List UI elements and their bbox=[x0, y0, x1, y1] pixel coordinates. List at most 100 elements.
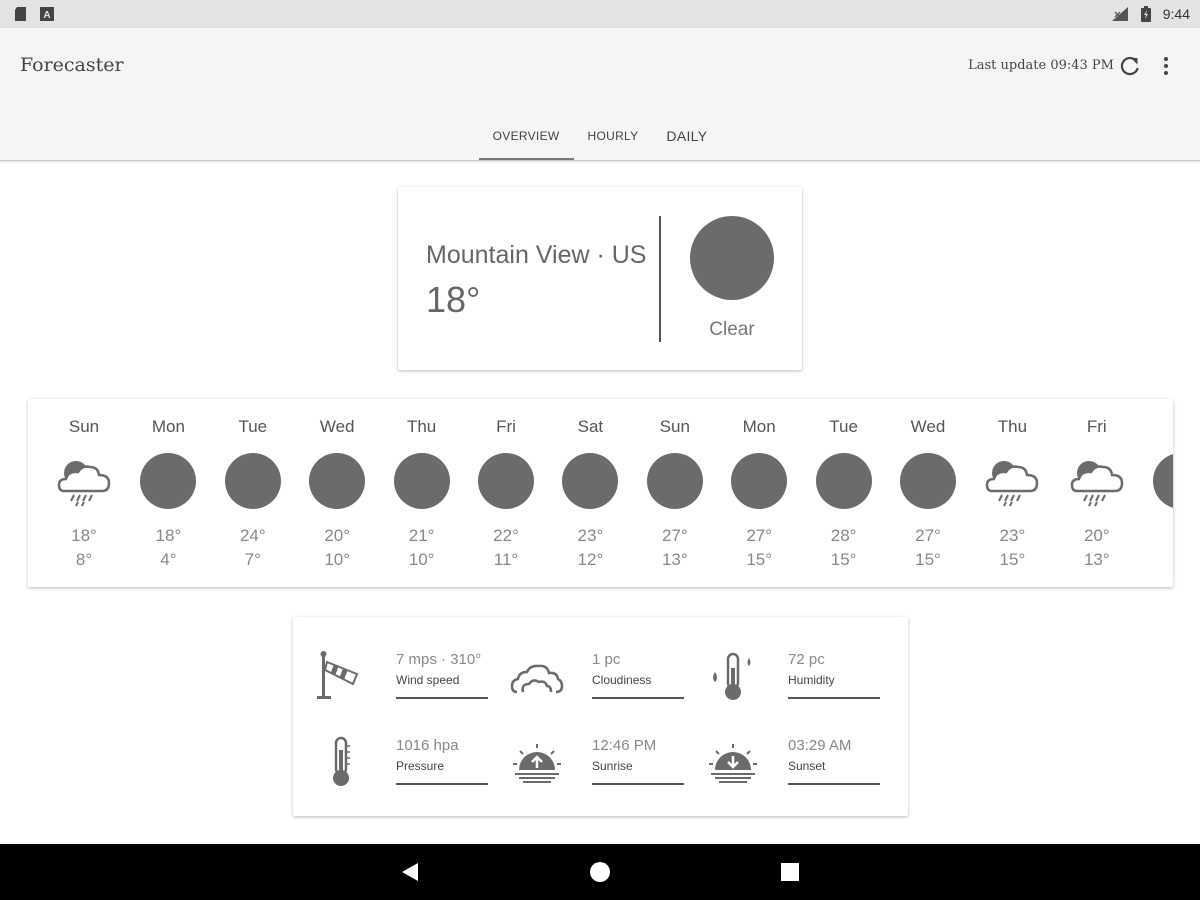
day-low-temp: 13° bbox=[1083, 550, 1110, 569]
status-bar: A 9:44 bbox=[0, 0, 1200, 28]
clear-sun-icon bbox=[815, 453, 872, 509]
humidity-thermometer-icon bbox=[705, 648, 761, 704]
day-low-temp: 11° bbox=[493, 550, 519, 569]
day-name: Mon bbox=[151, 417, 185, 436]
detail-underline bbox=[788, 697, 880, 699]
sd-card-icon bbox=[15, 7, 26, 21]
font-app-icon: A bbox=[40, 7, 54, 21]
detail-value: 1 pc bbox=[592, 651, 621, 668]
day-forecast-item[interactable]: Sun 18° 8° bbox=[49, 399, 119, 587]
detail-label: Sunset bbox=[788, 759, 826, 773]
day-high-temp: 27° bbox=[746, 526, 773, 545]
day-low-temp: 13° bbox=[661, 550, 688, 569]
back-icon[interactable] bbox=[398, 860, 422, 884]
day-forecast-item[interactable]: Mon 27° 15° bbox=[724, 399, 794, 587]
recents-icon[interactable] bbox=[778, 860, 802, 884]
tab-daily[interactable]: DAILY bbox=[652, 112, 721, 160]
day-name: Wed bbox=[319, 417, 355, 436]
tab-hourly[interactable]: HOURLY bbox=[574, 112, 653, 160]
day-low-temp: 15° bbox=[999, 550, 1026, 569]
clear-sun-icon bbox=[393, 453, 450, 509]
detail-label: Wind speed bbox=[396, 673, 460, 687]
clear-sun-icon bbox=[478, 453, 534, 509]
home-icon[interactable] bbox=[588, 860, 612, 884]
day-name: Sat bbox=[577, 417, 604, 436]
day-forecast-item[interactable]: Sat 23° 12° bbox=[555, 399, 625, 587]
day-high-temp: 18° bbox=[71, 526, 97, 545]
daily-forecast-strip[interactable]: Sun 18° 8° Mon 18° 4° Tue 24° 7° Wed 20° 10° Thu 21° 1… bbox=[28, 399, 1173, 587]
svg-text:A: A bbox=[43, 10, 50, 21]
detail-value: 7 mps · 310° bbox=[396, 651, 482, 668]
sunrise-icon bbox=[509, 734, 565, 790]
day-high-temp: 27° bbox=[661, 526, 688, 545]
detail-label: Cloudiness bbox=[592, 673, 652, 687]
tab-bar: OVERVIEW HOURLY DAILY bbox=[0, 112, 1200, 160]
day-forecast-item[interactable]: Fri 22° 11° bbox=[471, 399, 541, 587]
detail-label: Humidity bbox=[788, 673, 835, 687]
day-forecast-item[interactable]: Tue 28° 15° bbox=[809, 399, 879, 587]
status-left-icons: A bbox=[14, 6, 54, 22]
status-right: 9:44 bbox=[1111, 6, 1190, 22]
day-high-temp: 20° bbox=[324, 526, 351, 545]
location-name: Mountain View · US bbox=[426, 241, 647, 269]
thermometer-icon bbox=[313, 734, 369, 790]
day-high-temp: 22° bbox=[493, 526, 519, 545]
rain-cloud-icon bbox=[1069, 453, 1125, 509]
day-name: Sun bbox=[659, 417, 690, 436]
windsock-icon bbox=[313, 648, 369, 704]
day-forecast-item[interactable]: Mon 18° 4° bbox=[133, 399, 203, 587]
clear-sun-icon bbox=[900, 453, 956, 509]
clear-sun-icon bbox=[731, 453, 788, 509]
rain-cloud-icon bbox=[984, 453, 1040, 509]
day-high-temp: 28° bbox=[830, 526, 857, 545]
overflow-menu-icon[interactable] bbox=[1154, 54, 1178, 78]
detail-cloudiness: 1 pc Cloudiness bbox=[489, 648, 685, 728]
detail-value: 03:29 AM bbox=[788, 737, 852, 754]
detail-underline bbox=[788, 783, 880, 785]
current-temperature: 18° bbox=[426, 279, 481, 320]
rain-cloud-icon bbox=[56, 453, 112, 509]
day-forecast-item[interactable]: Thu 23° 15° bbox=[977, 399, 1047, 587]
day-name: Thu bbox=[406, 417, 437, 436]
day-forecast-item[interactable]: Thu 21° 10° bbox=[387, 399, 457, 587]
day-high-temp: 18° bbox=[155, 526, 182, 545]
day-name: Mon bbox=[742, 417, 776, 436]
clear-sun-icon bbox=[224, 453, 281, 509]
cloud-icon bbox=[509, 648, 565, 704]
detail-underline bbox=[592, 697, 684, 699]
day-forecast-item[interactable]: Sun 27° 13° bbox=[640, 399, 710, 587]
detail-wind: 7 mps · 310° Wind speed bbox=[293, 648, 489, 728]
day-forecast-item[interactable]: S bbox=[1146, 399, 1173, 587]
detail-label: Pressure bbox=[396, 759, 445, 773]
clear-sun-icon bbox=[562, 453, 619, 509]
detail-label: Sunrise bbox=[592, 759, 633, 773]
last-update-text: Last update 09:43 PM bbox=[968, 58, 1114, 73]
current-condition: Clear bbox=[709, 319, 755, 340]
clear-sun-icon bbox=[1153, 453, 1173, 509]
day-high-temp: 21° bbox=[408, 526, 435, 545]
day-low-temp: 15° bbox=[915, 550, 941, 569]
day-low-temp: 12° bbox=[577, 550, 604, 569]
day-forecast-item[interactable]: Fri 20° 13° bbox=[1062, 399, 1132, 587]
day-forecast-item[interactable]: Wed 20° 10° bbox=[302, 399, 372, 587]
navigation-bar bbox=[0, 844, 1200, 900]
clear-sun-icon bbox=[140, 453, 197, 509]
refresh-icon[interactable] bbox=[1118, 54, 1142, 78]
detail-underline bbox=[396, 697, 488, 699]
day-high-temp: 23° bbox=[577, 526, 604, 545]
tab-overview[interactable]: OVERVIEW bbox=[478, 112, 574, 160]
day-low-temp: 15° bbox=[830, 550, 857, 569]
day-forecast-item[interactable]: Wed 27° 15° bbox=[893, 399, 963, 587]
day-high-temp: 23° bbox=[999, 526, 1026, 545]
day-name: Tue bbox=[238, 417, 268, 436]
day-name: Fri bbox=[1086, 417, 1107, 436]
detail-underline bbox=[396, 783, 488, 785]
current-weather-card[interactable]: Mountain View · US 18° Clear bbox=[398, 187, 802, 370]
day-name: Thu bbox=[997, 417, 1028, 436]
day-forecast-item[interactable]: Tue 24° 7° bbox=[218, 399, 288, 587]
detail-value: 12:46 PM bbox=[592, 737, 657, 754]
day-high-temp: 27° bbox=[915, 526, 941, 545]
detail-sunset: 03:29 AM Sunset bbox=[685, 734, 881, 814]
app-title: Forecaster bbox=[20, 54, 124, 76]
clear-sun-icon bbox=[646, 453, 703, 509]
